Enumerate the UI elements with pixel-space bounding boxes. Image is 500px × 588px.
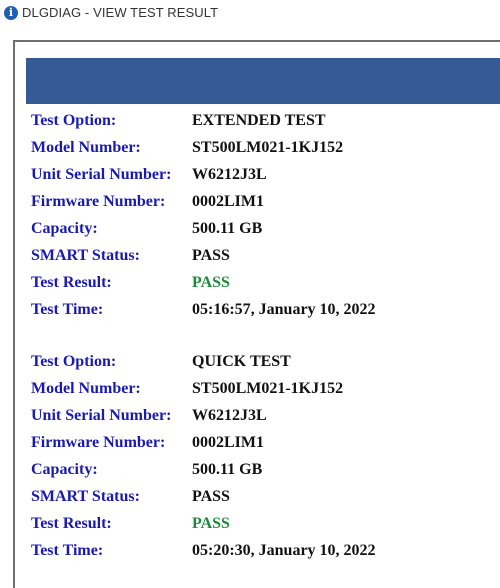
smart-status-row: SMART Status: PASS	[31, 242, 496, 269]
title-bar[interactable]: i DLGDIAG - VIEW TEST RESULT	[0, 0, 500, 32]
test-option-row: Test Option: EXTENDED TEST	[31, 107, 496, 134]
test-time-row: Test Time: 05:20:30, January 10, 2022	[31, 537, 496, 564]
capacity-label: Capacity:	[31, 220, 98, 237]
serial-number-label: Unit Serial Number:	[31, 407, 172, 424]
serial-number-row: Unit Serial Number: W6212J3L	[31, 161, 496, 188]
test-time-value: 05:20:30, January 10, 2022	[192, 542, 376, 559]
test-time-label: Test Time:	[31, 542, 104, 559]
test-time-value: 05:16:57, January 10, 2022	[192, 301, 376, 318]
capacity-value: 500.11 GB	[192, 461, 263, 478]
test-result-label: Test Result:	[31, 274, 112, 291]
firmware-number-value: 0002LIM1	[192, 193, 264, 210]
test-result-row: Test Result: PASS	[31, 269, 496, 296]
test-option-label: Test Option:	[31, 112, 117, 129]
model-number-value: ST500LM021-1KJ152	[192, 380, 344, 397]
capacity-label: Capacity:	[31, 461, 98, 478]
capacity-row: Capacity: 500.11 GB	[31, 456, 496, 483]
test-result-value: PASS	[192, 274, 230, 291]
test-result-value: PASS	[192, 515, 230, 532]
test-option-value: EXTENDED TEST	[192, 112, 326, 129]
serial-number-value: W6212J3L	[192, 407, 267, 424]
firmware-number-label: Firmware Number:	[31, 434, 166, 451]
smart-status-label: SMART Status:	[31, 247, 140, 264]
window-title: DLGDIAG - VIEW TEST RESULT	[22, 5, 219, 20]
model-number-value: ST500LM021-1KJ152	[192, 139, 344, 156]
test-result-row: Test Result: PASS	[31, 510, 496, 537]
serial-number-value: W6212J3L	[192, 166, 267, 183]
capacity-value: 500.11 GB	[192, 220, 263, 237]
test-time-label: Test Time:	[31, 301, 104, 318]
serial-number-row: Unit Serial Number: W6212J3L	[31, 402, 496, 429]
model-number-label: Model Number:	[31, 380, 141, 397]
info-icon: i	[4, 6, 18, 20]
firmware-number-row: Firmware Number: 0002LIM1	[31, 429, 496, 456]
model-number-label: Model Number:	[31, 139, 141, 156]
test-result-window: i DLGDIAG - VIEW TEST RESULT Test Option…	[0, 0, 500, 588]
test-option-label: Test Option:	[31, 353, 117, 370]
model-number-row: Model Number: ST500LM021-1KJ152	[31, 375, 496, 402]
test-result-record-extended: Test Option: EXTENDED TEST Model Number:…	[31, 107, 496, 323]
test-result-label: Test Result:	[31, 515, 112, 532]
test-option-value: QUICK TEST	[192, 353, 291, 370]
test-option-row: Test Option: QUICK TEST	[31, 348, 496, 375]
capacity-row: Capacity: 500.11 GB	[31, 215, 496, 242]
serial-number-label: Unit Serial Number:	[31, 166, 172, 183]
smart-status-label: SMART Status:	[31, 488, 140, 505]
firmware-number-value: 0002LIM1	[192, 434, 264, 451]
test-result-record-quick: Test Option: QUICK TEST Model Number: ST…	[31, 348, 496, 564]
smart-status-value: PASS	[192, 247, 230, 264]
test-time-row: Test Time: 05:16:57, January 10, 2022	[31, 296, 496, 323]
firmware-number-label: Firmware Number:	[31, 193, 166, 210]
smart-status-value: PASS	[192, 488, 230, 505]
results-header-bar	[26, 58, 500, 104]
smart-status-row: SMART Status: PASS	[31, 483, 496, 510]
firmware-number-row: Firmware Number: 0002LIM1	[31, 188, 496, 215]
model-number-row: Model Number: ST500LM021-1KJ152	[31, 134, 496, 161]
